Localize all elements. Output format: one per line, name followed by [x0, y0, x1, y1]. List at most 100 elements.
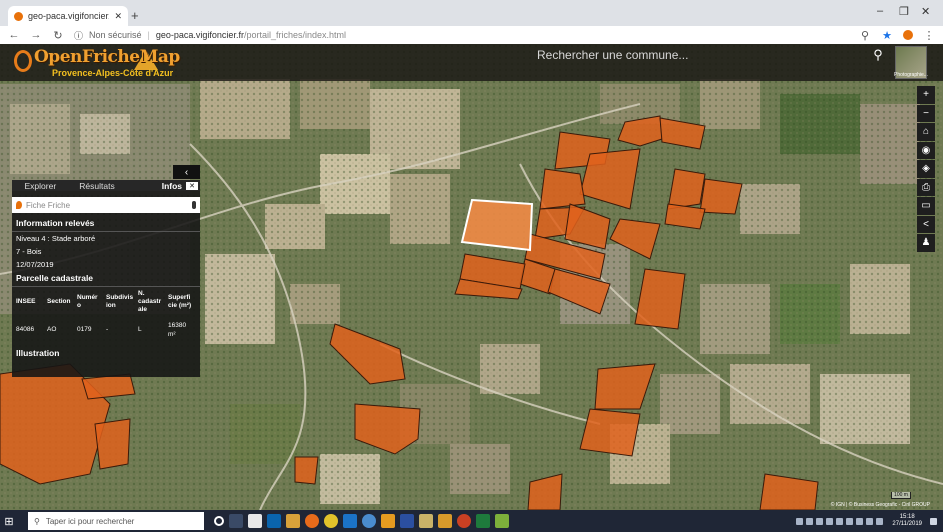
panel-collapse-button[interactable]: ‹ — [173, 165, 200, 179]
selected-parcel[interactable] — [460, 198, 534, 252]
commune-search-input[interactable]: Rechercher une commune... — [533, 48, 868, 62]
taskbar-search[interactable]: ⚲ Taper ici pour rechercher — [28, 512, 204, 530]
tab-resultats[interactable]: Résultats — [69, 181, 126, 191]
tray-icon[interactable] — [826, 517, 834, 525]
logo-title: OpenFricheMap — [34, 47, 180, 67]
microphone-icon[interactable] — [192, 201, 196, 209]
home-icon[interactable]: ⌂ — [917, 123, 935, 141]
maximize-button[interactable]: ❐ — [899, 5, 909, 18]
table-header: Numér o — [77, 294, 98, 310]
extension-icon[interactable] — [903, 30, 913, 40]
table-header: N. cadastr ale — [138, 290, 162, 314]
fiche-search-input[interactable]: Fiche Friche — [26, 201, 70, 210]
print-icon[interactable]: ⎙ — [917, 178, 935, 196]
map-scale-bar: 100 m — [891, 492, 911, 499]
table-cell: 0179 — [77, 326, 92, 334]
powerpoint-icon[interactable] — [457, 514, 471, 528]
logo-circle-icon — [14, 50, 32, 72]
tray-icon[interactable] — [806, 517, 814, 525]
tray-icon[interactable] — [836, 517, 844, 525]
app-icon[interactable] — [362, 514, 376, 528]
cortana-icon[interactable] — [214, 516, 224, 526]
street-view-person-icon[interactable]: ♟ — [917, 234, 935, 252]
vlc-icon[interactable] — [381, 514, 395, 528]
tab-infos[interactable]: Infos — [125, 181, 186, 191]
address-bar[interactable]: ⓘ Non sécurisé | geo-paca.vigifoncier.fr… — [74, 28, 849, 43]
explorer-icon[interactable] — [286, 514, 300, 528]
table-header: INSEE — [16, 298, 36, 305]
friche-marker-icon — [16, 201, 22, 209]
info-line: 12/07/2019 — [16, 260, 54, 269]
panel-tabs: Explorer Résultats Infos ✕ — [12, 180, 200, 191]
table-cell: L — [138, 326, 142, 334]
windows-start-icon[interactable]: ⊞ — [0, 510, 18, 532]
tab-explorer[interactable]: Explorer — [12, 181, 69, 191]
bookmark-star-icon[interactable]: ★ — [881, 29, 893, 42]
table-header: Section — [47, 298, 71, 305]
outlook-icon[interactable] — [267, 514, 281, 528]
fiche-search[interactable]: Fiche Friche — [12, 197, 200, 213]
chrome-icon[interactable] — [324, 514, 338, 528]
panel-close-icon[interactable]: ✕ — [186, 181, 199, 190]
minimize-button[interactable]: – — [877, 5, 883, 17]
new-tab-button[interactable]: + — [131, 8, 139, 23]
table-cell: - — [106, 326, 109, 334]
layers-icon[interactable]: ◈ — [917, 160, 935, 178]
browser-tab[interactable]: geo-paca.vigifoncier.fr/portail_fi ✕ — [8, 6, 128, 26]
close-window-button[interactable]: ✕ — [921, 5, 930, 18]
taskbar-search-input[interactable]: Taper ici pour rechercher — [46, 517, 134, 526]
taskbar-apps — [214, 514, 509, 528]
photo-label: Photographie... — [894, 72, 928, 78]
section-illustration-title: Illustration — [16, 347, 60, 358]
favicon-icon — [14, 11, 23, 21]
notes-icon[interactable] — [419, 514, 433, 528]
tab-close-icon[interactable]: ✕ — [114, 11, 122, 22]
browser-chrome: geo-paca.vigifoncier.fr/portail_fi ✕ + –… — [0, 0, 943, 44]
logo-region: Provence-Alpes-Côte d'Azur — [52, 68, 174, 78]
photoshop-icon[interactable] — [400, 514, 414, 528]
reload-icon[interactable]: ↻ — [52, 29, 64, 42]
ruler-icon[interactable]: ▭ — [917, 197, 935, 215]
task-view-icon[interactable] — [229, 514, 243, 528]
zoom-out-icon[interactable]: − — [917, 104, 935, 122]
map-toolbar: + − ⌂ ◉ ◈ ⎙ ▭ < ♟ — [917, 86, 935, 252]
tray-icon[interactable] — [816, 517, 824, 525]
tray-icon[interactable] — [856, 517, 864, 525]
location-pin-icon[interactable]: ◉ — [917, 141, 935, 159]
excel-icon[interactable] — [476, 514, 490, 528]
table-header: Subdivis ion — [106, 294, 134, 310]
clock-time: 15:18 — [899, 514, 915, 520]
system-clock[interactable]: 15:18 27/11/2019 — [892, 514, 922, 528]
notifications-icon[interactable] — [930, 517, 937, 525]
search-icon[interactable]: ⚲ — [868, 47, 888, 63]
section-parcelle-title: Parcelle cadastrale — [12, 271, 200, 287]
file-icon[interactable] — [248, 514, 262, 528]
volume-icon[interactable] — [876, 517, 884, 525]
commune-search[interactable]: Rechercher une commune... ⚲ — [533, 44, 888, 66]
url-path: /portail_friches/index.html — [243, 30, 346, 40]
zoom-icon[interactable]: ⚲ — [859, 29, 871, 42]
edge-icon[interactable] — [343, 514, 357, 528]
tab-title: geo-paca.vigifoncier.fr/portail_fi — [28, 11, 110, 21]
parcelle-table: INSEE Section Numér o Subdivis ion N. ca… — [12, 287, 200, 342]
clock-date: 27/11/2019 — [892, 521, 922, 527]
openfrichemap-logo: OpenFricheMap Provence-Alpes-Côte d'Azur — [14, 47, 180, 79]
share-icon[interactable]: < — [917, 215, 935, 233]
tab-bar: geo-paca.vigifoncier.fr/portail_fi ✕ + –… — [0, 0, 943, 26]
tray-icon[interactable] — [846, 517, 854, 525]
firefox-icon[interactable] — [305, 514, 319, 528]
menu-dots-icon[interactable]: ⋮ — [923, 29, 935, 42]
info-icon[interactable]: ⓘ — [74, 29, 83, 42]
info-panel: Explorer Résultats Infos ✕ Fiche Friche … — [12, 180, 200, 377]
qgis-icon[interactable] — [438, 514, 452, 528]
back-arrow-icon[interactable]: ← — [8, 29, 20, 41]
zoom-in-icon[interactable]: + — [917, 86, 935, 104]
forward-arrow-icon[interactable]: → — [30, 29, 42, 41]
app-green-icon[interactable] — [495, 514, 509, 528]
section-info-title: Information relevés — [12, 213, 200, 232]
wifi-icon[interactable] — [866, 517, 874, 525]
basemap-photo-button[interactable]: Photographie... — [894, 46, 928, 79]
tray-icon[interactable] — [796, 517, 804, 525]
info-line: Niveau 4 : Stade arboré — [16, 234, 96, 243]
search-icon: ⚲ — [34, 516, 40, 526]
